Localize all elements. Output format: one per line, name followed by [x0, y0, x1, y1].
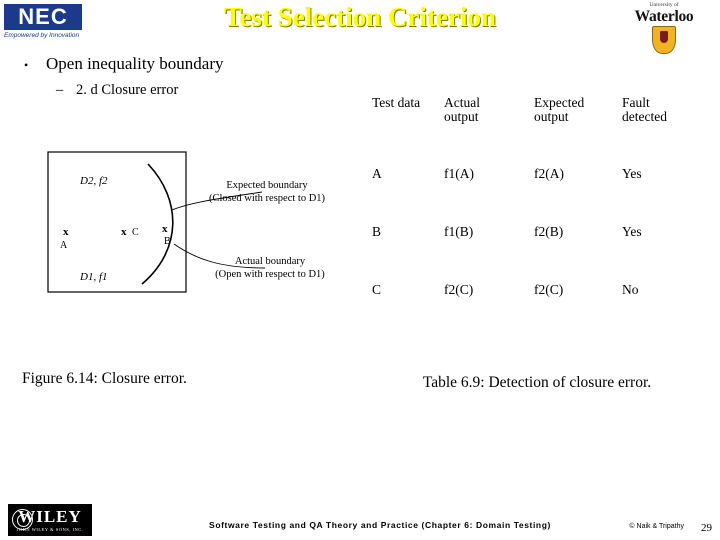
figure-actual-boundary-line2: (Open with respect to D1) — [215, 269, 325, 280]
figure-actual-boundary-curve — [141, 163, 174, 285]
shield-icon — [652, 26, 676, 54]
nec-tagline: Empowered by Innovation — [4, 32, 80, 39]
bullet-level2: –2. d Closure error — [56, 82, 178, 99]
table-cell-fault-detected: Yes — [622, 224, 642, 239]
table-header-line2: output — [444, 109, 479, 124]
table-cell-test-data: C — [372, 282, 382, 297]
figure-label-b: B — [164, 236, 171, 247]
table-cell-fault-detected: No — [622, 282, 639, 297]
table-cell-fault-detected: Yes — [622, 166, 642, 181]
table-cell-actual-output: f1(A) — [444, 166, 474, 181]
table-header-test-data: Test data — [372, 96, 444, 124]
bullet-dot-icon: • — [24, 57, 29, 72]
table-row: A f1(A) f2(A) Yes — [372, 166, 702, 182]
slide-number: 29 — [701, 522, 712, 534]
table-cell-expected-output: f2(B) — [534, 224, 564, 239]
figure-caption: Figure 6.14: Closure error. — [22, 370, 187, 387]
figure-actual-boundary-line1: Actual boundary — [235, 256, 306, 267]
figure-label-d2: D2, f2 — [79, 175, 108, 187]
table-header-line2: output — [534, 109, 569, 124]
table-cell-expected-output: f2(A) — [534, 166, 564, 181]
table-header-fault-detected: Fault detected — [622, 96, 702, 124]
figure-x-marker-a: x — [63, 226, 69, 238]
footer: WILEY JOHN WILEY & SONS, INC. Software T… — [0, 498, 720, 540]
table-cell-actual-output: f1(B) — [444, 224, 474, 239]
figure-x-marker-c: x — [121, 226, 127, 238]
figure-expected-boundary-line2: (Closed with respect to D1) — [209, 193, 326, 204]
figure-domain-box — [47, 151, 187, 293]
table-header-line1: Fault — [622, 95, 650, 110]
bullet-dash-icon: – — [56, 82, 64, 98]
table-header-line2: detected — [622, 109, 667, 124]
figure-label-c: C — [132, 227, 139, 238]
table-header-expected-output: Expected output — [534, 96, 622, 124]
table-cell-actual-output: f2(C) — [444, 282, 474, 297]
bullet-level1-label: Open inequality boundary — [46, 54, 224, 73]
figure-label-a: A — [60, 240, 68, 251]
figure-x-marker-b: x — [162, 223, 168, 235]
table-header-line1: Actual — [444, 95, 480, 110]
footer-book-reference: Software Testing and QA Theory and Pract… — [209, 520, 551, 530]
table-header-line1: Expected — [534, 95, 585, 110]
closure-error-figure: x A x C x B D2, f2 D1, f1 Expected bound… — [22, 140, 352, 320]
table-header-line2 — [372, 110, 438, 124]
footer-copyright: © Naik & Tripathy — [629, 523, 684, 530]
table-header-actual-output: Actual output — [444, 96, 534, 124]
table-row: B f1(B) f2(B) Yes — [372, 224, 702, 240]
table-header-row: Test data Actual output Expected output … — [372, 96, 702, 124]
table-cell-test-data: B — [372, 224, 382, 239]
nec-logo: NEC Empowered by Innovation — [4, 4, 96, 39]
figure-label-d1: D1, f1 — [79, 271, 108, 283]
table-header-line1: Test data — [372, 95, 421, 110]
page-title: Test Selection Criterion — [224, 2, 496, 32]
wiley-logo: WILEY JOHN WILEY & SONS, INC. — [8, 504, 92, 536]
table-cell-test-data: A — [372, 166, 382, 181]
table-row: C f2(C) f2(C) No — [372, 282, 702, 298]
university-of-waterloo-logo: University of Waterloo — [616, 2, 712, 54]
bullet-level2-label: 2. d Closure error — [76, 82, 179, 98]
wiley-circle-icon — [12, 509, 33, 530]
table-cell-expected-output: f2(C) — [534, 282, 564, 297]
figure-expected-boundary-line1: Expected boundary — [226, 180, 308, 191]
nec-wordmark: NEC — [4, 4, 82, 30]
detection-table: Test data Actual output Expected output … — [372, 96, 702, 298]
bullet-level1: • Open inequality boundary — [24, 54, 224, 74]
uw-logo-name: Waterloo — [634, 8, 694, 25]
table-caption: Table 6.9: Detection of closure error. — [422, 374, 652, 391]
